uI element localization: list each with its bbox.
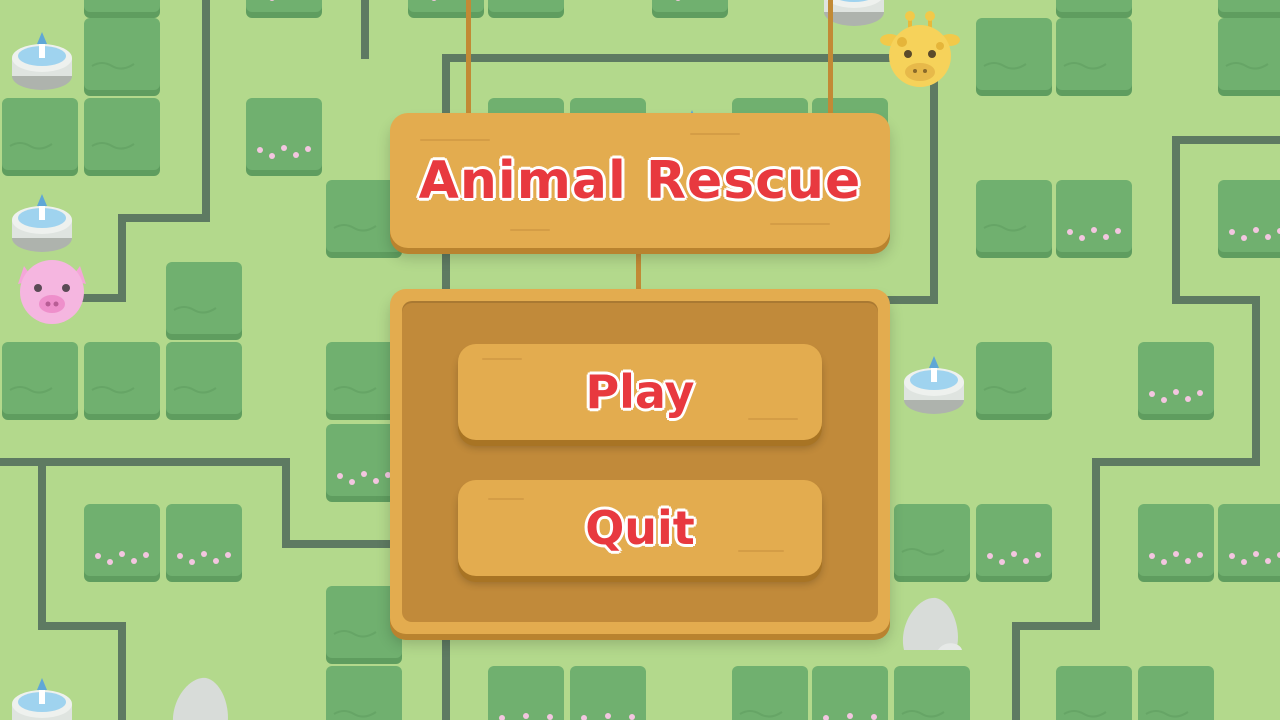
quit-button-label: Quit: [585, 501, 695, 555]
sign-rope-right: [828, 0, 833, 120]
sign-rope-middle: [636, 246, 641, 294]
game-title: Animal Rescue: [418, 150, 862, 211]
play-button-label: Play: [585, 365, 695, 419]
quit-button[interactable]: Quit: [458, 480, 822, 576]
menu-panel: [390, 289, 890, 634]
title-sign: Animal Rescue: [390, 113, 890, 248]
play-button[interactable]: Play: [458, 344, 822, 440]
sign-rope-left: [466, 0, 471, 120]
